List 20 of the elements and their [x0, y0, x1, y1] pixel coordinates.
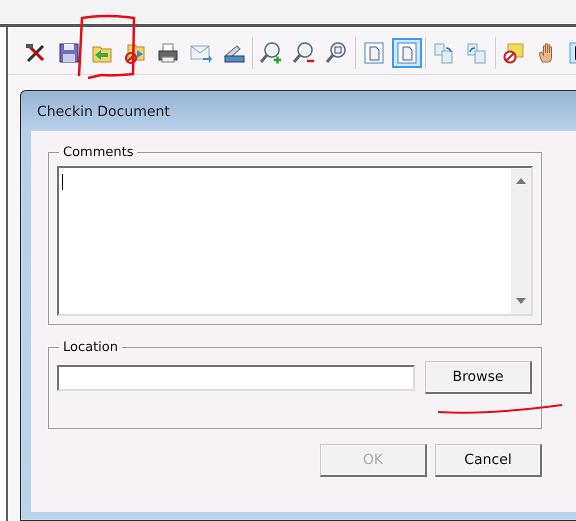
save-icon: [57, 41, 81, 65]
zoom-in-icon: [259, 41, 283, 65]
location-label: Location: [62, 340, 119, 355]
printer-icon: [156, 41, 180, 65]
blocked-folder-icon: [502, 41, 526, 65]
page-icon: [362, 41, 386, 65]
location-field[interactable]: [57, 364, 415, 390]
browse-button[interactable]: Browse: [425, 361, 532, 394]
dialog-title: Checkin Document: [36, 103, 171, 122]
scroll-down-icon[interactable]: [516, 298, 526, 304]
zoom-out-icon: [292, 41, 316, 65]
dialog-button[interactable]: Cancel: [435, 444, 542, 477]
text-cursor: [62, 174, 63, 190]
page-fit-icon: [395, 41, 419, 65]
toolbar-button[interactable]: [392, 38, 422, 68]
comments-field[interactable]: [57, 166, 533, 316]
scrollbar[interactable]: [511, 168, 531, 314]
comments-label: Comments: [62, 145, 134, 160]
scribble-box: [76, 14, 138, 78]
scroll-up-icon[interactable]: [516, 178, 526, 184]
